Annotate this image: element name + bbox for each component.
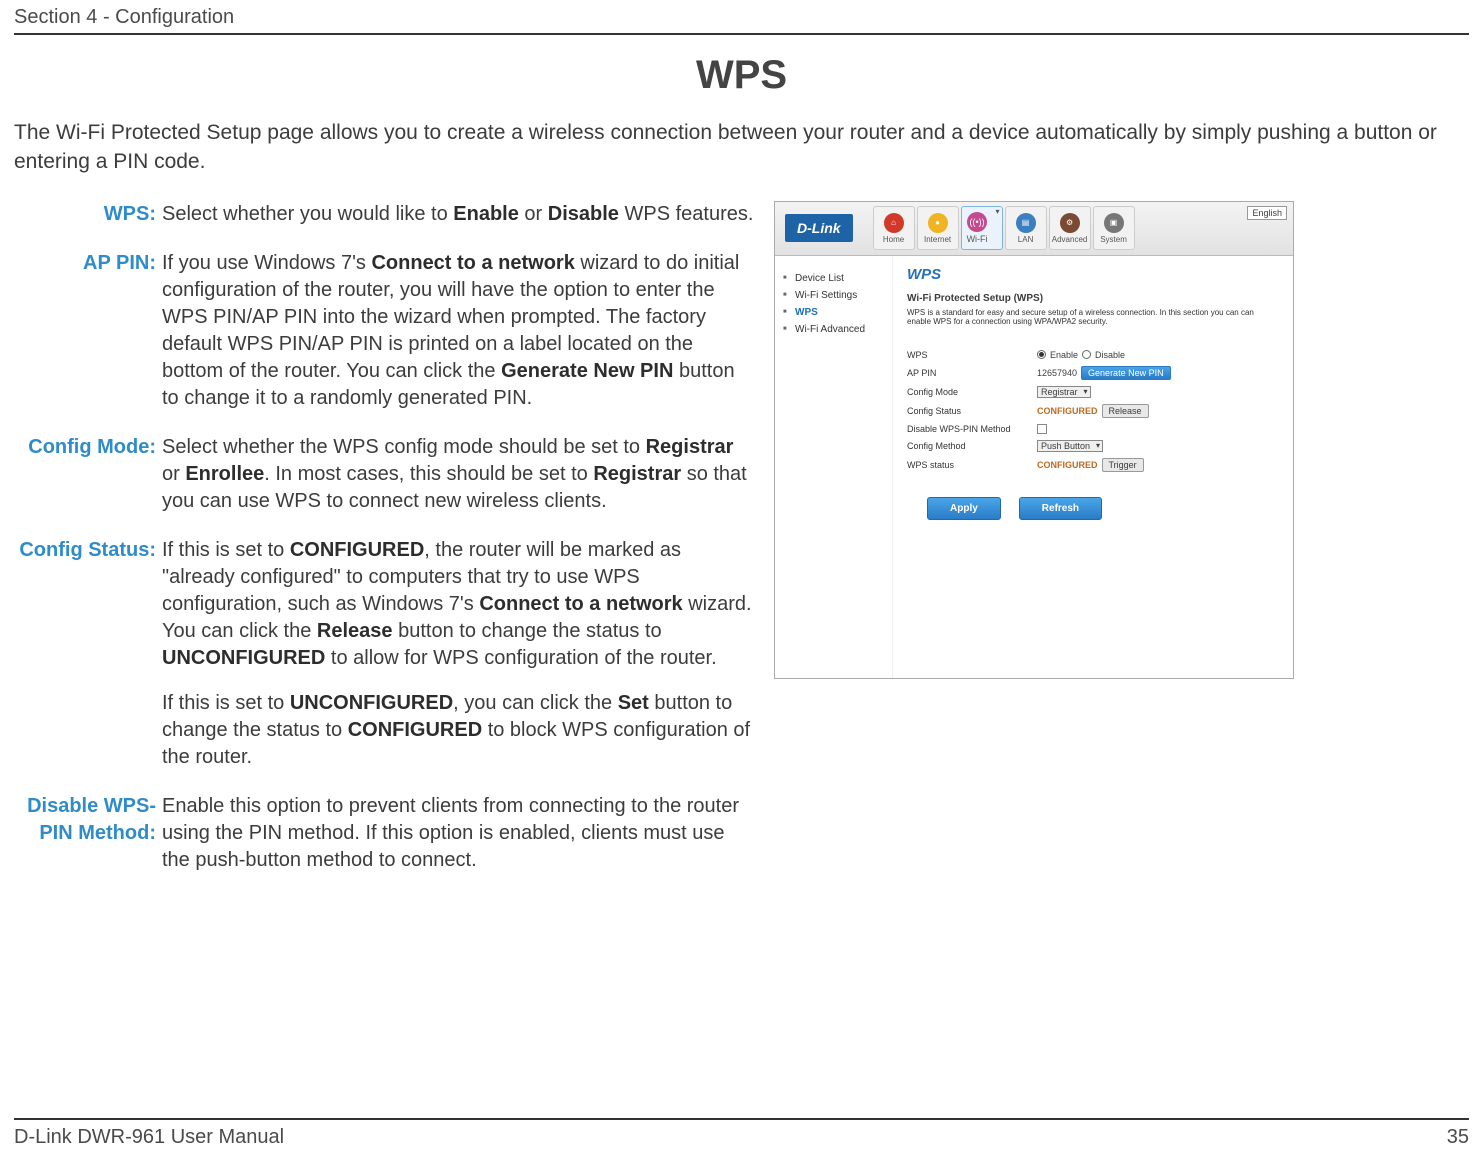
panel-heading: WPS	[907, 266, 1279, 283]
sidebar-item-device-list[interactable]: Device List	[783, 270, 884, 287]
row-appin-label: AP PIN	[907, 368, 1037, 378]
nav-lan[interactable]: ▤LAN	[1005, 206, 1047, 250]
router-header: D-Link ⌂Home ●Internet ((•))Wi-Fi ▤LAN ⚙…	[775, 202, 1293, 256]
apply-button[interactable]: Apply	[927, 497, 1001, 520]
def-cfgstatus-p2: If this is set to UNCONFIGURED, you can …	[162, 690, 754, 771]
def-cfgmode-text: Select whether the WPS config mode shoul…	[162, 434, 754, 515]
refresh-button[interactable]: Refresh	[1019, 497, 1102, 520]
router-panel: WPS Wi-Fi Protected Setup (WPS) WPS is a…	[893, 256, 1293, 678]
page-footer: D-Link DWR-961 User Manual 35	[14, 1118, 1469, 1149]
def-cfgmode: Config Mode: Select whether the WPS conf…	[14, 434, 754, 515]
def-appin-label: AP PIN:	[14, 250, 162, 412]
disablepin-checkbox[interactable]	[1037, 424, 1047, 434]
def-cfgstatus-p1: If this is set to CONFIGURED, the router…	[162, 537, 754, 672]
cfgmethod-select[interactable]: Push Button	[1037, 440, 1103, 452]
radio-disable[interactable]	[1082, 350, 1091, 359]
radio-disable-label: Disable	[1095, 350, 1125, 360]
nav-home[interactable]: ⌂Home	[873, 206, 915, 250]
footer-page: 35	[1447, 1126, 1469, 1149]
cfgstatus-value: CONFIGURED	[1037, 406, 1098, 416]
row-disablepin-label: Disable WPS-PIN Method	[907, 424, 1037, 434]
home-icon: ⌂	[884, 213, 904, 233]
dlink-logo: D-Link	[785, 214, 853, 242]
row-wpsstatus-label: WPS status	[907, 460, 1037, 470]
panel-subheading: Wi-Fi Protected Setup (WPS)	[907, 293, 1279, 304]
wifi-icon: ((•))	[967, 212, 987, 232]
router-body: Device List Wi-Fi Settings WPS Wi-Fi Adv…	[775, 256, 1293, 678]
def-wps: WPS: Select whether you would like to En…	[14, 201, 754, 228]
def-cfgmode-label: Config Mode:	[14, 434, 162, 515]
row-cfgmode-label: Config Mode	[907, 387, 1037, 397]
router-sidebar: Device List Wi-Fi Settings WPS Wi-Fi Adv…	[775, 256, 893, 678]
def-cfgstatus-text: If this is set to CONFIGURED, the router…	[162, 537, 754, 771]
radio-enable-label: Enable	[1050, 350, 1078, 360]
system-icon: ▣	[1104, 213, 1124, 233]
row-cfgstatus: Config Status CONFIGURED Release	[907, 401, 1279, 421]
footer-manual: D-Link DWR-961 User Manual	[14, 1126, 284, 1149]
row-appin: AP PIN 12657940 Generate New PIN	[907, 363, 1279, 383]
page-title: WPS	[14, 53, 1469, 98]
action-row: Apply Refresh	[927, 497, 1279, 520]
row-cfgmethod: Config Method Push Button	[907, 437, 1279, 455]
row-disablepin: Disable WPS-PIN Method	[907, 421, 1279, 437]
cfgmode-select[interactable]: Registrar	[1037, 386, 1091, 398]
gear-icon: ⚙	[1060, 213, 1080, 233]
panel-desc: WPS is a standard for easy and secure se…	[907, 308, 1279, 327]
def-cfgstatus-label: Config Status:	[14, 537, 162, 771]
def-wps-label: WPS:	[14, 201, 162, 228]
def-appin-text: If you use Windows 7's Connect to a netw…	[162, 250, 754, 412]
generate-pin-button[interactable]: Generate New PIN	[1081, 366, 1171, 380]
nav-system[interactable]: ▣System	[1093, 206, 1135, 250]
def-cfgstatus: Config Status: If this is set to CONFIGU…	[14, 537, 754, 771]
globe-icon: ●	[928, 213, 948, 233]
def-disablepin-text: Enable this option to prevent clients fr…	[162, 793, 754, 874]
body-row: WPS: Select whether you would like to En…	[14, 201, 1469, 896]
nav-icons: ⌂Home ●Internet ((•))Wi-Fi ▤LAN ⚙Advance…	[873, 206, 1283, 250]
release-button[interactable]: Release	[1102, 404, 1149, 418]
row-cfgstatus-label: Config Status	[907, 406, 1037, 416]
nav-internet[interactable]: ●Internet	[917, 206, 959, 250]
sidebar-item-wifi-advanced[interactable]: Wi-Fi Advanced	[783, 321, 884, 338]
def-disablepin: Disable WPS-PIN Method: Enable this opti…	[14, 793, 754, 874]
page-header: Section 4 - Configuration	[14, 0, 1469, 35]
row-wpsstatus: WPS status CONFIGURED Trigger	[907, 455, 1279, 475]
nav-wifi[interactable]: ((•))Wi-Fi	[961, 206, 1003, 250]
row-cfgmode: Config Mode Registrar	[907, 383, 1279, 401]
section-label: Section 4 - Configuration	[14, 6, 234, 29]
sidebar-item-wifi-settings[interactable]: Wi-Fi Settings	[783, 287, 884, 304]
nav-advanced[interactable]: ⚙Advanced	[1049, 206, 1091, 250]
router-screenshot: English D-Link ⌂Home ●Internet ((•))Wi-F…	[774, 201, 1294, 679]
sidebar-item-wps[interactable]: WPS	[783, 304, 884, 321]
trigger-button[interactable]: Trigger	[1102, 458, 1144, 472]
appin-value: 12657940	[1037, 368, 1077, 378]
radio-enable[interactable]	[1037, 350, 1046, 359]
wpsstatus-value: CONFIGURED	[1037, 460, 1098, 470]
language-selector[interactable]: English	[1247, 206, 1287, 220]
definitions: WPS: Select whether you would like to En…	[14, 201, 754, 896]
def-wps-text: Select whether you would like to Enable …	[162, 201, 754, 228]
row-wps-label: WPS	[907, 350, 1037, 360]
def-appin: AP PIN: If you use Windows 7's Connect t…	[14, 250, 754, 412]
lan-icon: ▤	[1016, 213, 1036, 233]
row-cfgmethod-label: Config Method	[907, 441, 1037, 451]
def-disablepin-label: Disable WPS-PIN Method:	[14, 793, 162, 874]
row-wps: WPS Enable Disable	[907, 347, 1279, 363]
intro-text: The Wi-Fi Protected Setup page allows yo…	[14, 118, 1469, 177]
